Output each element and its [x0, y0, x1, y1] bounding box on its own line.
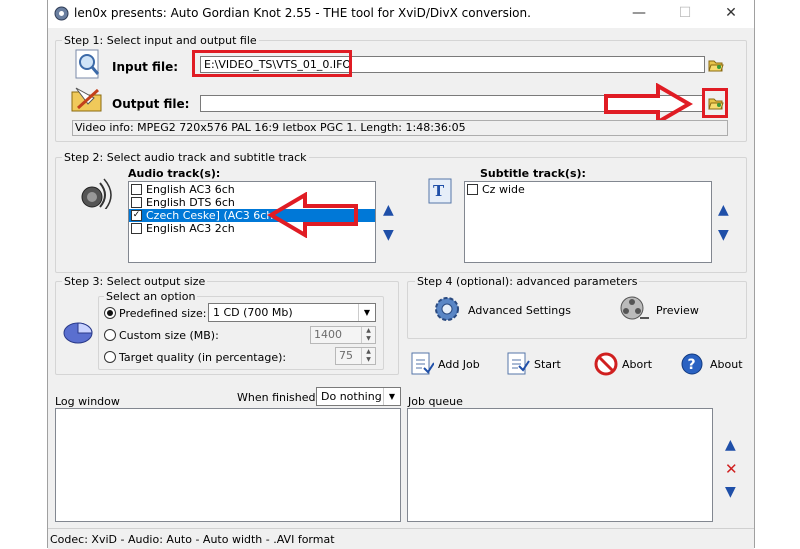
app-icon [54, 6, 69, 21]
step1-label: Step 1: Select input and output file [62, 34, 259, 47]
status-bar: Codec: XviD - Audio: Auto - Auto width -… [48, 528, 754, 549]
svg-text:T: T [433, 182, 445, 200]
main-window: len0x presents: Auto Gordian Knot 2.55 -… [47, 0, 755, 549]
step3-label: Step 3: Select output size [62, 275, 208, 288]
target-quality-spinner[interactable]: 75 ▲ ▼ [335, 347, 376, 365]
status-text: Codec: XviD - Audio: Auto - Auto width -… [50, 533, 335, 546]
close-button[interactable]: ✕ [708, 0, 754, 28]
audio-move-down-icon[interactable]: ▼ [383, 228, 394, 242]
start-button[interactable]: Start [504, 350, 574, 378]
preview-button[interactable]: Preview [618, 294, 718, 326]
predefined-size-radio[interactable] [104, 307, 116, 319]
open-folder-icon[interactable] [708, 58, 724, 72]
add-job-icon [411, 352, 434, 375]
about-button[interactable]: ? About [680, 350, 750, 378]
log-window-label: Log window [55, 395, 120, 408]
predefined-size-label: Predefined size: [119, 307, 207, 320]
minimize-button[interactable]: — [616, 0, 662, 28]
subtitle-track-list[interactable]: Cz wide [464, 181, 712, 263]
step4-label: Step 4 (optional): advanced parameters [415, 275, 640, 288]
audio-track-checkbox[interactable] [131, 184, 142, 195]
gear-icon [435, 297, 459, 321]
subtitle-move-down-icon[interactable]: ▼ [718, 228, 729, 242]
chevron-down-icon[interactable]: ▼ [358, 304, 375, 321]
video-info: Video info: MPEG2 720x576 PAL 16:9 letbo… [72, 120, 728, 136]
advanced-settings-button[interactable]: Advanced Settings [432, 294, 571, 326]
subtitle-track-item[interactable]: Cz wide [465, 183, 711, 196]
output-file-label: Output file: [112, 97, 190, 111]
when-finished-label: When finished: [237, 391, 320, 404]
subtitle-icon: T [428, 178, 452, 204]
audio-track-checkbox[interactable] [131, 197, 142, 208]
disk-size-icon [63, 322, 93, 344]
speaker-icon [81, 178, 112, 209]
input-file-label: Input file: [112, 60, 178, 74]
job-queue-list[interactable] [407, 408, 713, 522]
start-icon [507, 352, 530, 375]
custom-size-radio[interactable] [104, 329, 116, 341]
target-quality-radio[interactable] [104, 351, 116, 363]
subtitle-move-up-icon[interactable]: ▲ [718, 203, 729, 217]
annotation-arrow-right-icon [604, 83, 693, 125]
abort-button[interactable]: Abort [594, 350, 664, 378]
audio-track-checkbox[interactable] [131, 223, 142, 234]
subtitle-tracks-label: Subtitle track(s): [480, 167, 586, 180]
annotation-arrow-left-icon [267, 192, 358, 238]
target-quality-label: Target quality (in percentage): [119, 351, 287, 364]
log-window[interactable] [55, 408, 401, 522]
output-file-icon [71, 87, 102, 112]
queue-remove-icon[interactable]: ✕ [725, 460, 738, 478]
film-reel-icon [620, 296, 649, 320]
title-bar: len0x presents: Auto Gordian Knot 2.55 -… [48, 0, 754, 28]
custom-size-label: Custom size (MB): [119, 329, 219, 342]
input-annotation-box [192, 50, 352, 77]
abort-icon [594, 352, 618, 376]
audio-move-up-icon[interactable]: ▲ [383, 203, 394, 217]
chevron-down-icon[interactable]: ▼ [383, 388, 400, 405]
input-file-icon [75, 49, 100, 79]
spinner-arrows-icon[interactable]: ▲ ▼ [361, 348, 375, 364]
spinner-arrows-icon[interactable]: ▲ ▼ [361, 327, 375, 343]
predefined-size-select[interactable]: 1 CD (700 Mb) ▼ [208, 303, 376, 322]
select-option-label: Select an option [104, 290, 198, 303]
window-title: len0x presents: Auto Gordian Knot 2.55 -… [74, 6, 531, 20]
help-icon: ? [681, 353, 703, 375]
audio-track-checkbox-checked[interactable]: ✓ [131, 210, 142, 221]
when-finished-select[interactable]: Do nothing ▼ [316, 387, 401, 406]
custom-size-spinner[interactable]: 1400 ▲ ▼ [310, 326, 376, 344]
queue-move-down-icon[interactable]: ▼ [725, 485, 736, 499]
job-queue-label: Job queue [408, 395, 463, 408]
add-job-button[interactable]: Add Job [408, 350, 488, 378]
queue-move-up-icon[interactable]: ▲ [725, 438, 736, 452]
subtitle-track-checkbox[interactable] [467, 184, 478, 195]
save-folder-icon[interactable] [708, 96, 724, 110]
maximize-button[interactable]: ☐ [662, 0, 708, 28]
audio-tracks-label: Audio track(s): [128, 167, 221, 180]
step2-label: Step 2: Select audio track and subtitle … [62, 151, 309, 164]
svg-text:?: ? [688, 357, 696, 373]
